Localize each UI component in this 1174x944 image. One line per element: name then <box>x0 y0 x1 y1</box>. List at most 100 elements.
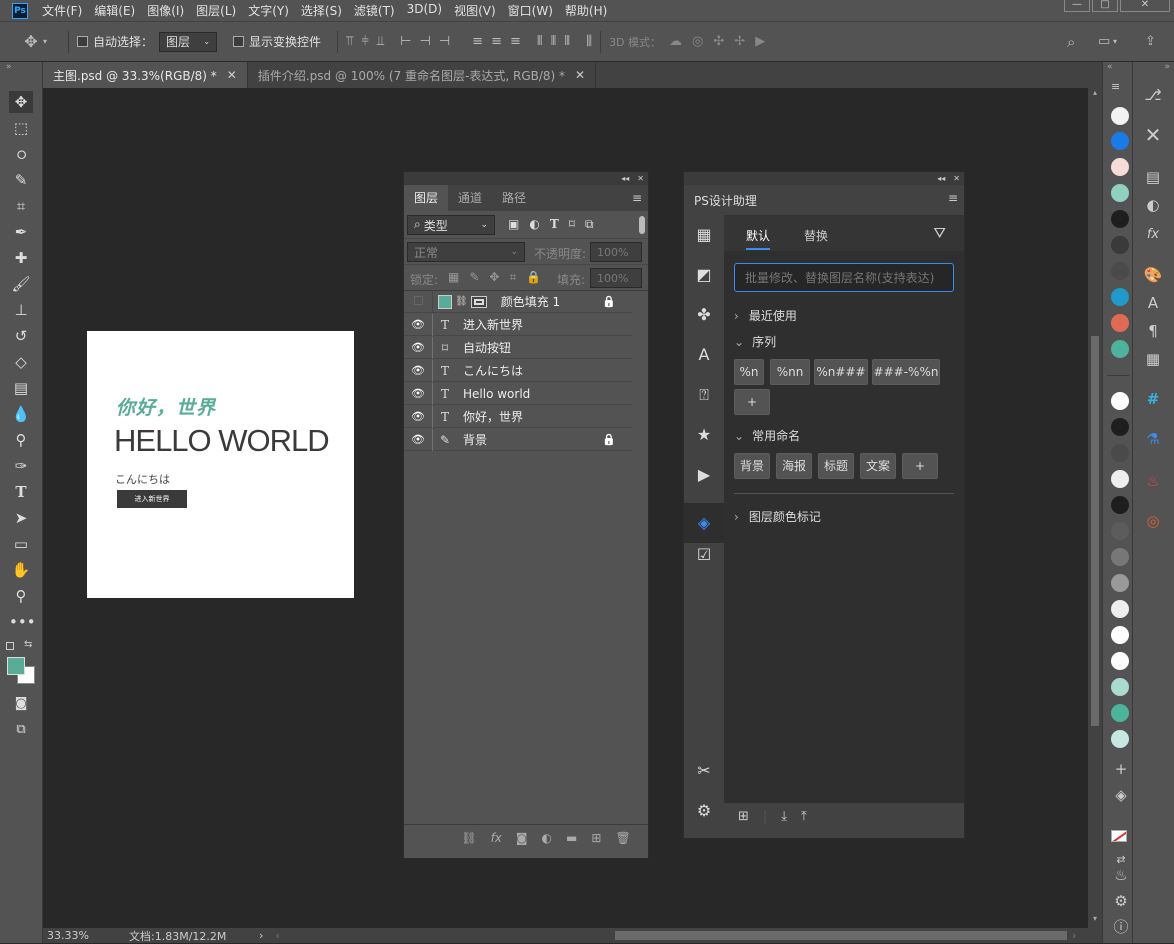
color-swatch[interactable] <box>1111 418 1129 436</box>
color-swatch[interactable] <box>1111 107 1129 125</box>
layer-row[interactable]: ⛓ 颜色填充 1 🔒 <box>404 290 632 313</box>
add-chip-button[interactable]: + <box>902 453 938 479</box>
distribute-right-icon[interactable]: ⦀ <box>564 34 570 49</box>
menu-item[interactable]: 帮助(H) <box>565 2 607 19</box>
auto-align-icon[interactable]: ⫼ <box>586 34 592 49</box>
settings-gear-icon[interactable]: ⚙ <box>1111 891 1131 911</box>
close-tab-icon[interactable]: ✕ <box>227 68 237 82</box>
distribute-bottom-icon[interactable]: ≡ <box>510 34 521 49</box>
rename-input[interactable] <box>734 263 954 292</box>
link-chain-icon[interactable]: ⛓ <box>455 296 468 307</box>
gradient-tool-icon[interactable]: ▤ <box>9 377 33 399</box>
panel-menu-icon[interactable]: ≡ <box>948 191 958 205</box>
distribute-vcenter-icon[interactable]: ≡ <box>491 34 502 49</box>
adjustment-filter-icon[interactable]: ◐ <box>529 217 539 232</box>
distribute-left-icon[interactable]: ⦀ <box>537 34 543 49</box>
eraser-tool-icon[interactable]: ◇ <box>9 351 33 373</box>
auto-select-dropdown[interactable]: 图层 ⌄ <box>159 31 218 52</box>
color-swatch[interactable] <box>1111 574 1129 592</box>
color-swatch[interactable] <box>1111 444 1129 462</box>
settings-gear-icon[interactable]: ⚙ <box>694 800 714 822</box>
color-swatch[interactable] <box>1111 626 1129 644</box>
visibility-eye-icon[interactable]: 👁 <box>404 382 433 405</box>
upload-icon[interactable]: ⤒ <box>801 809 807 824</box>
expand-dock-icon[interactable]: » <box>1164 62 1170 72</box>
tab-replace[interactable]: 替换 <box>804 227 828 244</box>
favorite-icon[interactable]: ★ <box>694 424 714 446</box>
default-colors-icon[interactable] <box>6 642 14 650</box>
visibility-hidden-icon[interactable] <box>404 290 433 313</box>
color-swatch[interactable] <box>1111 652 1129 670</box>
visibility-eye-icon[interactable]: 👁 <box>404 313 433 336</box>
show-transform-checkbox[interactable] <box>233 36 245 47</box>
scroll-right-icon[interactable]: › <box>1072 929 1076 942</box>
plugin-red-icon[interactable]: ♨ <box>1143 471 1163 491</box>
plugin-icon[interactable]: ✤ <box>694 304 714 326</box>
collapse-panel-icon[interactable]: ◂◂ <box>621 174 629 183</box>
crop-tool-icon[interactable]: ⌗ <box>9 195 33 217</box>
color-swatch[interactable] <box>1111 340 1129 358</box>
align-top-icon[interactable]: ⫪ <box>346 34 353 49</box>
visibility-eye-icon[interactable]: 👁 <box>404 336 433 359</box>
color-swatch[interactable] <box>1111 704 1129 722</box>
plugin-swirl-icon[interactable]: ◎ <box>1143 511 1163 531</box>
color-swatch[interactable] <box>1111 158 1129 176</box>
filter-funnel-icon[interactable]: ⛛ <box>933 224 946 242</box>
menu-item[interactable]: 视图(V) <box>454 2 496 19</box>
status-menu-icon[interactable]: › <box>259 929 263 942</box>
adjustment-layer-icon[interactable]: ◐ <box>542 831 552 845</box>
color-swatch[interactable] <box>1111 132 1129 150</box>
tool-preset-chevron-icon[interactable]: ▾ <box>40 37 50 46</box>
character-icon[interactable]: A <box>1143 293 1163 313</box>
lock-pixels-icon[interactable]: ✎ <box>469 270 479 285</box>
color-swatch[interactable] <box>1111 262 1129 280</box>
visibility-eye-icon[interactable]: 👁 <box>404 359 433 382</box>
fill-field[interactable]: 100% <box>590 268 642 288</box>
rectangle-tool-icon[interactable]: ▭ <box>9 533 33 555</box>
shape-icon[interactable]: ◩ <box>694 264 714 286</box>
play-icon[interactable]: ▶ <box>694 464 714 486</box>
styles-fx-icon[interactable]: fx <box>1143 225 1163 245</box>
align-hcenter-icon[interactable]: ⊣ <box>420 34 431 49</box>
lock-position-icon[interactable]: ✥ <box>489 270 499 285</box>
brush-tool-icon[interactable]: 🖌 <box>9 273 33 295</box>
info-icon[interactable]: ⓘ <box>1111 917 1131 937</box>
layer-row[interactable]: 👁 T 进入新世界 <box>404 313 632 336</box>
color-swatch[interactable] <box>1111 210 1129 228</box>
document-tab[interactable]: 主图.psd @ 33.3%(RGB/8) * ✕ <box>43 62 248 88</box>
color-swatch[interactable] <box>1111 678 1129 696</box>
pin-icon[interactable]: ✂ <box>694 760 714 782</box>
menu-item[interactable]: 选择(S) <box>301 2 342 19</box>
lock-transparent-icon[interactable]: ▦ <box>448 270 459 285</box>
align-right-icon[interactable]: ⊣ <box>439 34 450 49</box>
3d-pan-icon[interactable]: ✣ <box>713 34 724 49</box>
tab-layers[interactable]: 图层 <box>404 185 449 211</box>
color-swatch[interactable] <box>1111 600 1129 618</box>
dodge-tool-icon[interactable]: ⚲ <box>9 429 33 451</box>
color-swatch[interactable] <box>1111 288 1129 306</box>
visibility-eye-icon[interactable]: 👁 <box>404 405 433 428</box>
font-icon[interactable]: A <box>694 344 714 366</box>
path-select-icon[interactable]: ➤ <box>9 507 33 529</box>
close-tab-icon[interactable]: ✕ <box>575 68 585 82</box>
new-layer-icon[interactable]: ⊞ <box>591 831 601 845</box>
3d-orbit-icon[interactable]: ☁ <box>669 34 682 49</box>
swap-colors-icon[interactable]: ⇆ <box>24 639 32 650</box>
layer-row[interactable]: 👁 ⌑ 自动按钮 <box>404 336 632 359</box>
name-chip[interactable]: %n <box>734 359 764 385</box>
section-sequence[interactable]: ⌄ 序列 <box>734 333 776 350</box>
blur-tool-icon[interactable]: 💧 <box>9 403 33 425</box>
pinch-icon[interactable]: ♨ <box>1111 865 1131 885</box>
name-chip[interactable]: 海报 <box>776 453 812 479</box>
document-tab[interactable]: 插件介绍.psd @ 100% (7 重命名图层-表达式, RGB/8) * ✕ <box>248 62 597 88</box>
move-tool-icon[interactable]: ✥ <box>22 32 40 51</box>
layer-row[interactable]: 👁 ✎ 背景 🔒 <box>404 428 632 451</box>
tools-cross-icon[interactable]: ✕ <box>1143 125 1163 145</box>
shape-filter-icon[interactable]: ⌑ <box>569 217 575 232</box>
section-common[interactable]: ⌄ 常用命名 <box>734 427 800 444</box>
adjustments-icon[interactable]: ◐ <box>1143 195 1163 215</box>
font-search-icon[interactable]: ⍰ <box>694 384 714 406</box>
layout-icon[interactable]: ▦ <box>694 224 714 246</box>
share-icon[interactable]: ⇪ <box>1145 34 1156 49</box>
lasso-tool-icon[interactable]: ഠ <box>9 143 33 165</box>
